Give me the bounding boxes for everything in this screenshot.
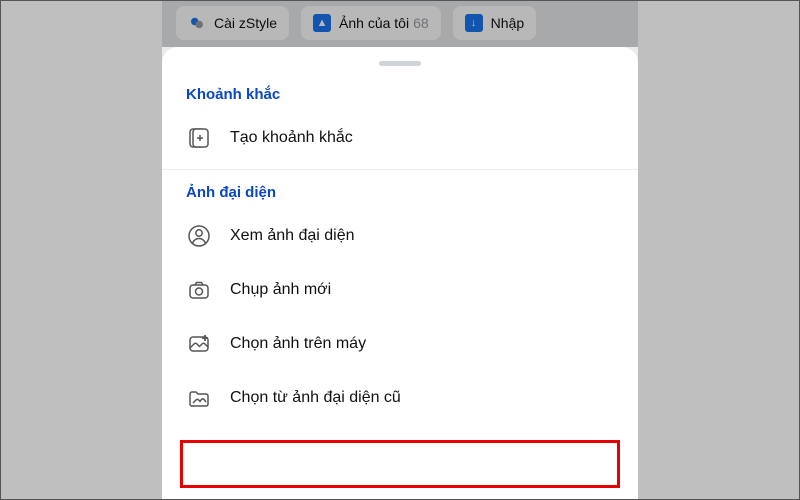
phone-screen: Cài zStyle ▲ Ảnh của tôi 68 ↓ Nhập Khoản… bbox=[162, 0, 638, 500]
row-view-avatar[interactable]: Xem ảnh đại diện bbox=[162, 209, 638, 263]
camera-icon bbox=[186, 277, 212, 303]
divider bbox=[162, 169, 638, 170]
section-title-moments: Khoảnh khắc bbox=[162, 76, 638, 111]
backdrop-dim bbox=[162, 0, 638, 47]
row-label: Xem ảnh đại diện bbox=[230, 227, 355, 245]
row-label: Chọn ảnh trên máy bbox=[230, 335, 366, 353]
person-circle-icon bbox=[186, 223, 212, 249]
row-label: Tạo khoảnh khắc bbox=[230, 129, 353, 147]
row-label: Chọn từ ảnh đại diện cũ bbox=[230, 389, 401, 407]
row-create-moment[interactable]: Tạo khoảnh khắc bbox=[162, 111, 638, 165]
row-label: Chụp ảnh mới bbox=[230, 281, 331, 299]
row-take-photo[interactable]: Chụp ảnh mới bbox=[162, 263, 638, 317]
row-choose-old-avatar[interactable]: Chọn từ ảnh đại diện cũ bbox=[162, 371, 638, 425]
sheet-grabber[interactable] bbox=[379, 61, 421, 66]
row-choose-from-device[interactable]: Chọn ảnh trên máy bbox=[162, 317, 638, 371]
section-title-avatar: Ảnh đại diện bbox=[162, 174, 638, 209]
bottom-sheet: Khoảnh khắc Tạo khoảnh khắc Ảnh đại diện… bbox=[162, 47, 638, 500]
folder-image-icon bbox=[186, 385, 212, 411]
plus-square-icon bbox=[186, 125, 212, 151]
image-plus-icon bbox=[186, 331, 212, 357]
